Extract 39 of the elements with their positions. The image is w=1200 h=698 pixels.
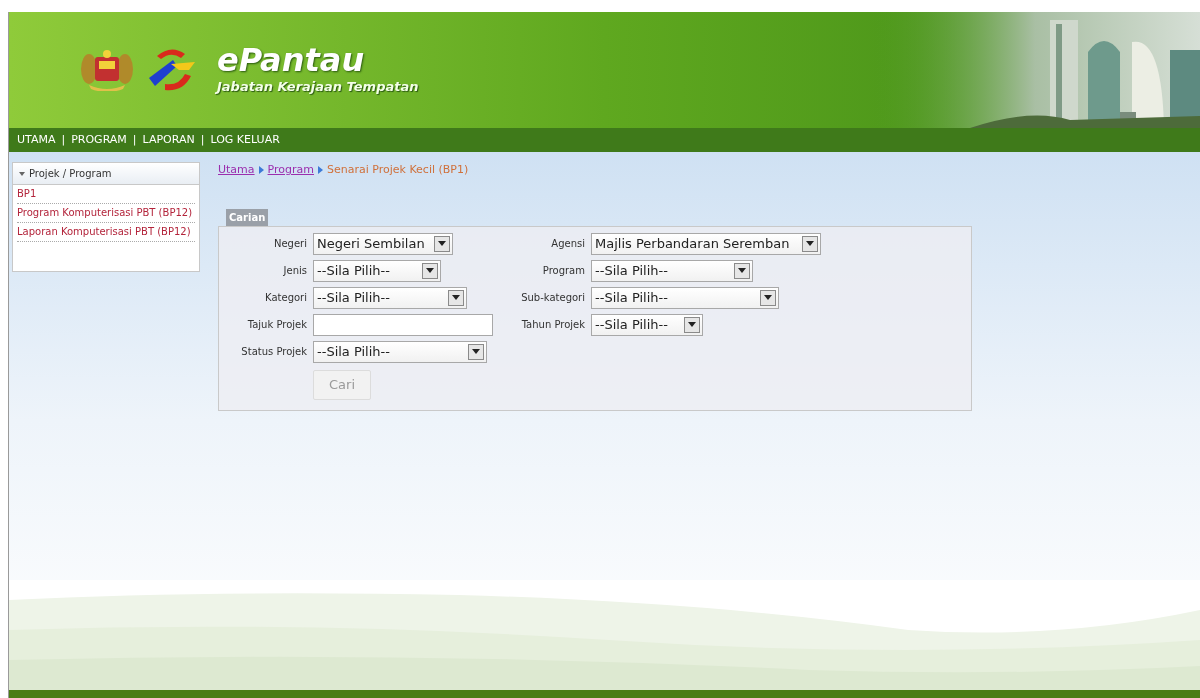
field-label: Sub-kategori — [520, 291, 585, 305]
select-field[interactable]: --Sila Pilih-- — [313, 286, 467, 309]
breadcrumb-current: Senarai Projek Kecil (BP1) — [327, 162, 469, 178]
breadcrumb-arrow-icon — [258, 166, 264, 175]
sidebar-header[interactable]: Projek / Program — [13, 163, 199, 185]
sidebar-item[interactable]: Laporan Komputerisasi PBT (BP12) — [17, 223, 195, 242]
select-field[interactable]: --Sila Pilih-- — [591, 259, 753, 282]
field-label: Agensi — [550, 237, 585, 251]
breadcrumb-link[interactable]: Utama — [218, 162, 255, 179]
crest-icon — [79, 49, 135, 91]
field-label: Negeri — [272, 237, 307, 251]
select-field[interactable]: --Sila Pilih-- — [591, 313, 703, 336]
field-label: Program — [541, 264, 585, 278]
sidebar-item[interactable]: Program Komputerisasi PBT (BP12) — [17, 204, 195, 223]
select-field[interactable]: Negeri Sembilan — [313, 232, 453, 255]
sidebar-item[interactable]: BP1 — [17, 185, 195, 204]
select-field[interactable]: --Sila Pilih-- — [313, 259, 441, 282]
nav-link[interactable]: LOG KELUAR — [210, 131, 280, 149]
text-field[interactable] — [313, 313, 493, 336]
select-field[interactable]: Majlis Perbandaran Seremban — [591, 232, 821, 255]
field-label: Tajuk Projek — [246, 318, 307, 332]
section-legend: Carian — [226, 208, 269, 226]
nav-separator: | — [200, 131, 205, 148]
select-field[interactable]: --Sila Pilih-- — [591, 286, 779, 309]
site-subtitle: Jabatan Kerajaan Tempatan — [217, 78, 419, 97]
nav-separator: | — [132, 131, 137, 148]
site-title: ePantau — [217, 43, 366, 78]
nav-separator: | — [61, 131, 66, 148]
field-label: Kategori — [264, 291, 307, 305]
sidebar-title: Projek / Program — [29, 167, 112, 181]
nav-link[interactable]: UTAMA — [17, 131, 56, 149]
field-label: Jenis — [282, 264, 307, 278]
field-label: Tahun Projek — [520, 318, 585, 332]
nav-link[interactable]: LAPORAN — [142, 131, 195, 149]
nav-link[interactable]: PROGRAM — [71, 131, 127, 149]
breadcrumb-link[interactable]: Program — [267, 162, 314, 179]
breadcrumb-arrow-icon — [318, 166, 323, 175]
field-label: Status Projek — [240, 345, 307, 359]
select-field[interactable]: --Sila Pilih-- — [313, 340, 487, 363]
